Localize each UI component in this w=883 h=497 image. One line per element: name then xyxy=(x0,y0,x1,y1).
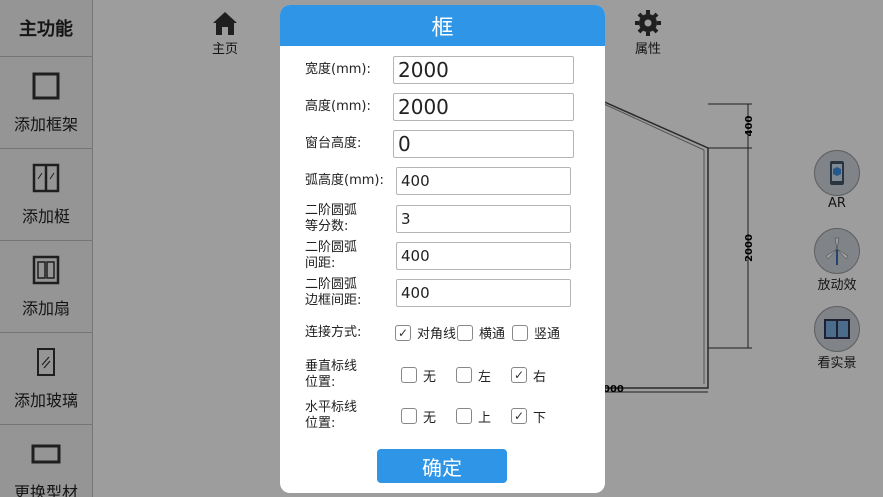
arc-edge-label: 二阶圆弧 边框间距: xyxy=(305,277,396,309)
arc-gap-input[interactable]: 400 xyxy=(396,242,571,270)
frame-dialog: 框 宽度(mm): 2000 高度(mm): 2000 窗台高度: 0 弧高度(… xyxy=(280,5,605,493)
checkbox[interactable]: ✓ xyxy=(511,367,527,383)
option-label: 竖通 xyxy=(534,327,561,342)
vline-label-line1: 垂直标线 xyxy=(305,359,358,374)
arc-row: 弧高度(mm): 400 xyxy=(305,167,571,195)
arc-divisions-label: 二阶圆弧 等分数: xyxy=(305,203,396,235)
arc-divisions-label-line1: 二阶圆弧 xyxy=(305,203,358,218)
checkbox[interactable] xyxy=(401,408,417,424)
height-row: 高度(mm): 2000 xyxy=(305,93,574,121)
option-label: 右 xyxy=(533,369,547,385)
vline-row: 垂直标线 位置: 无 左 ✓ 右 xyxy=(305,359,546,391)
option-label: 横通 xyxy=(479,327,506,342)
option-label: 无 xyxy=(423,369,437,385)
height-label: 高度(mm): xyxy=(305,99,371,114)
connect-option-vertical[interactable]: 竖通 xyxy=(512,323,560,342)
vline-option-none[interactable]: 无 xyxy=(401,366,456,385)
width-row: 宽度(mm): 2000 xyxy=(305,56,574,84)
hline-row: 水平标线 位置: 无 上 ✓ 下 xyxy=(305,400,546,432)
arc-gap-row: 二阶圆弧 间距: 400 xyxy=(305,240,571,272)
connect-row: 连接方式: ✓ 对角线 横通 竖通 xyxy=(305,323,560,342)
checkbox[interactable] xyxy=(456,367,472,383)
hline-option-none[interactable]: 无 xyxy=(401,407,456,426)
sill-height-label: 窗台高度: xyxy=(305,136,362,151)
arc-edge-row: 二阶圆弧 边框间距: 400 xyxy=(305,277,571,309)
option-label: 无 xyxy=(423,410,437,426)
arc-edge-input[interactable]: 400 xyxy=(396,279,571,307)
checkbox[interactable]: ✓ xyxy=(511,408,527,424)
arc-height-label: 弧高度(mm): xyxy=(305,173,384,188)
hline-label-line1: 水平标线 xyxy=(305,400,358,415)
vline-label: 垂直标线 位置: xyxy=(305,359,401,391)
option-label: 上 xyxy=(478,410,492,426)
checkbox[interactable]: ✓ xyxy=(395,324,411,341)
hline-label: 水平标线 位置: xyxy=(305,400,401,432)
confirm-button[interactable]: 确定 xyxy=(377,449,507,483)
arc-divisions-input[interactable]: 3 xyxy=(396,205,571,233)
connect-option-horizontal[interactable]: 横通 xyxy=(457,323,512,342)
width-label: 宽度(mm): xyxy=(305,62,371,77)
option-label: 下 xyxy=(533,410,547,426)
arc-gap-label-line1: 二阶圆弧 xyxy=(305,240,358,255)
vline-option-right[interactable]: ✓ 右 xyxy=(511,366,546,385)
arc-gap-label-line2: 间距: xyxy=(305,256,336,271)
sill-height-input[interactable]: 0 xyxy=(393,130,574,158)
arc-gap-label: 二阶圆弧 间距: xyxy=(305,240,396,272)
dialog-title: 框 xyxy=(280,5,605,46)
sill-row: 窗台高度: 0 xyxy=(305,130,574,158)
hline-option-top[interactable]: 上 xyxy=(456,407,511,426)
checkbox[interactable] xyxy=(401,367,417,383)
arc-divisions-label-line2: 等分数: xyxy=(305,219,349,234)
vline-label-line2: 位置: xyxy=(305,375,336,390)
width-input[interactable]: 2000 xyxy=(393,56,574,84)
arc-edge-label-line2: 边框间距: xyxy=(305,293,362,308)
vline-option-left[interactable]: 左 xyxy=(456,366,511,385)
checkbox[interactable] xyxy=(456,408,472,424)
arc-height-input[interactable]: 400 xyxy=(396,167,571,195)
checkbox[interactable] xyxy=(512,324,528,341)
checkbox[interactable] xyxy=(457,324,473,341)
option-label: 左 xyxy=(478,369,492,385)
connect-option-diagonal[interactable]: ✓ 对角线 xyxy=(395,323,457,342)
connect-label: 连接方式: xyxy=(305,324,362,340)
height-input[interactable]: 2000 xyxy=(393,93,574,121)
arc-divisions-row: 二阶圆弧 等分数: 3 xyxy=(305,203,571,235)
hline-label-line2: 位置: xyxy=(305,416,336,431)
hline-option-bottom[interactable]: ✓ 下 xyxy=(511,407,546,426)
arc-edge-label-line1: 二阶圆弧 xyxy=(305,277,358,292)
option-label: 对角线 xyxy=(417,327,457,342)
